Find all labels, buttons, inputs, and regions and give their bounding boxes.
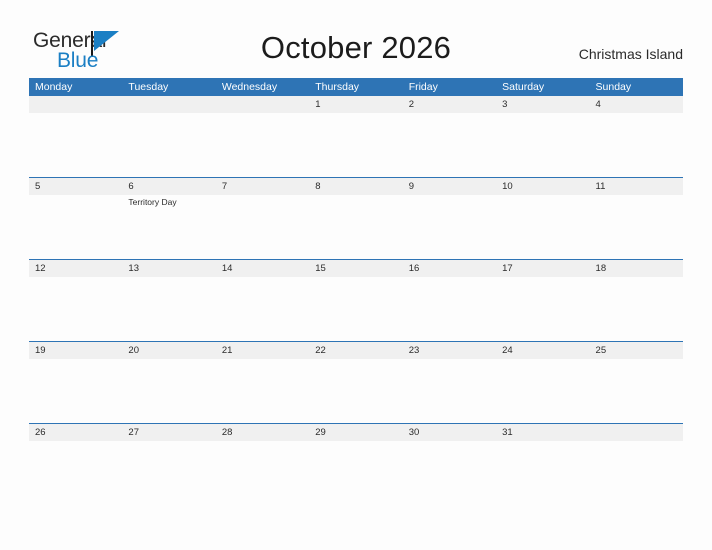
day-cell[interactable] [29,359,122,423]
date-number-band: 19 20 21 22 23 24 25 [29,342,683,359]
region-label: Christmas Island [578,46,683,62]
date-number[interactable]: 23 [403,342,496,359]
day-cell[interactable] [403,359,496,423]
date-number[interactable]: 8 [309,178,402,195]
date-number[interactable]: 31 [496,424,589,441]
page-header: General Blue October 2026 Christmas Isla… [0,0,712,78]
date-number[interactable]: 24 [496,342,589,359]
day-cell[interactable]: Territory Day [122,195,215,259]
day-cell[interactable] [403,195,496,259]
calendar-grid: Monday Tuesday Wednesday Thursday Friday Satu… [29,78,683,505]
week-row: 1234 [29,96,683,177]
day-cell[interactable] [590,277,683,341]
day-cell[interactable] [29,277,122,341]
holiday-label: Territory Day [128,197,177,207]
event-band [29,277,683,341]
day-cell[interactable] [309,441,402,505]
day-cell [122,113,215,177]
day-cell [590,441,683,505]
date-number[interactable]: 13 [122,260,215,277]
date-number[interactable]: 19 [29,342,122,359]
day-cell[interactable] [122,441,215,505]
weekday-header-saturday: Saturday [502,81,545,93]
weekday-header-tuesday: Tuesday [128,81,169,93]
day-cell[interactable] [403,113,496,177]
date-number[interactable]: 7 [216,178,309,195]
date-number[interactable]: 18 [590,260,683,277]
day-cell[interactable] [309,195,402,259]
day-cell[interactable] [122,277,215,341]
day-cell[interactable] [122,359,215,423]
date-number[interactable]: 15 [309,260,402,277]
date-number-empty [29,96,122,113]
event-band [29,359,683,423]
date-number[interactable]: 14 [216,260,309,277]
day-cell [29,113,122,177]
weekday-header-wednesday: Wednesday [221,81,278,93]
weekday-header-sunday: Sunday [595,81,632,93]
date-number[interactable]: 3 [496,96,589,113]
week-row: 12 13 14 15 16 17 18 [29,259,683,341]
day-cell[interactable] [496,359,589,423]
week-row: 26 27 28 29 30 31 [29,423,683,505]
date-number-band: 26 27 28 29 30 31 [29,424,683,441]
day-cell[interactable] [309,359,402,423]
day-cell[interactable] [496,195,589,259]
weekday-header-thursday: Thursday [315,81,360,93]
day-cell[interactable] [590,113,683,177]
date-number[interactable]: 25 [590,342,683,359]
day-cell[interactable] [309,113,402,177]
date-number[interactable]: 29 [309,424,402,441]
event-band: Territory Day [29,195,683,259]
date-number-band: 1234 [29,96,683,113]
date-number[interactable]: 12 [29,260,122,277]
date-number-empty [590,424,683,441]
date-number[interactable]: 27 [122,424,215,441]
day-cell[interactable] [496,113,589,177]
date-number[interactable]: 16 [403,260,496,277]
day-cell[interactable] [590,195,683,259]
day-cell[interactable] [29,441,122,505]
day-cell[interactable] [29,195,122,259]
date-number-empty [122,96,215,113]
date-number[interactable]: 26 [29,424,122,441]
day-cell[interactable] [216,441,309,505]
date-number[interactable]: 17 [496,260,589,277]
date-number-empty [216,96,309,113]
weekday-header-monday: Monday [35,81,73,93]
week-row: 19 20 21 22 23 24 25 [29,341,683,423]
date-number-band: 5 6 7 8 9 10 11 [29,178,683,195]
date-number[interactable]: 1 [309,96,402,113]
date-number[interactable]: 5 [29,178,122,195]
day-cell[interactable] [216,195,309,259]
date-number[interactable]: 20 [122,342,215,359]
event-band [29,441,683,505]
day-cell[interactable] [496,277,589,341]
date-number[interactable]: 28 [216,424,309,441]
weekday-header-friday: Friday [408,81,438,93]
date-number[interactable]: 6 [122,178,215,195]
weekday-header-row: Monday Tuesday Wednesday Thursday Friday Satu… [29,78,683,96]
date-number[interactable]: 9 [403,178,496,195]
day-cell[interactable] [496,441,589,505]
day-cell[interactable] [403,277,496,341]
week-row: 5 6 7 8 9 10 11 Territory Day [29,177,683,259]
date-number[interactable]: 22 [309,342,402,359]
date-number[interactable]: 2 [403,96,496,113]
date-number[interactable]: 11 [590,178,683,195]
date-number[interactable]: 21 [216,342,309,359]
day-cell[interactable] [309,277,402,341]
day-cell[interactable] [590,359,683,423]
day-cell[interactable] [216,359,309,423]
event-band [29,113,683,177]
day-cell[interactable] [403,441,496,505]
date-number[interactable]: 4 [590,96,683,113]
date-number-band: 12 13 14 15 16 17 18 [29,260,683,277]
week-rows: 1 2 3 4 5 6 7 8 9 10 11 Territory Day 12 13 14 15 16 17 18… [29,96,683,505]
date-number[interactable]: 30 [403,424,496,441]
day-cell [216,113,309,177]
date-number[interactable]: 10 [496,178,589,195]
day-cell[interactable] [216,277,309,341]
